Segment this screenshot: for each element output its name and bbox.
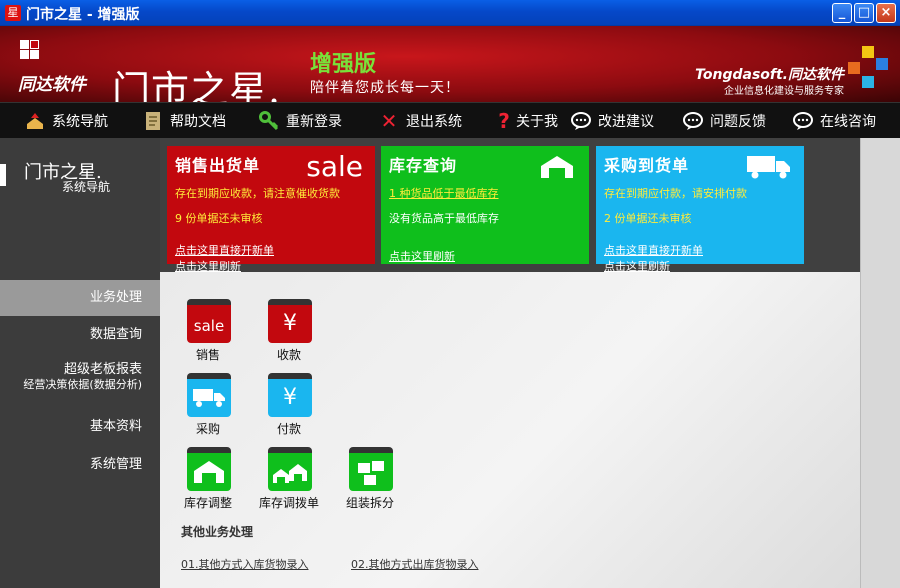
purchase-new-link[interactable]: 点击这里直接开新单 bbox=[604, 242, 796, 258]
stock-refresh-link[interactable]: 点击这里刷新 bbox=[389, 248, 581, 264]
other-outbound-link[interactable]: 02.其他方式出库货物录入 bbox=[351, 556, 479, 572]
main-toolbar: 系统导航 帮助文档 重新登录 ✕ 退出系统 ? 关于我 改进建议 问题反馈 在线… bbox=[0, 102, 900, 138]
tile-label-assembly: 组装拆分 bbox=[345, 496, 394, 510]
key-icon bbox=[258, 110, 280, 132]
brand-mark-icon bbox=[20, 40, 40, 60]
tile-label-sales: 销售 bbox=[195, 348, 220, 362]
yen-icon-glyph: ¥ bbox=[283, 311, 297, 336]
transfer-icon[interactable] bbox=[268, 447, 312, 491]
sidebar: 门市之星. 系统导航 业务处理 数据查询 超级老板报表 经营决策依据(数据分析)… bbox=[0, 138, 160, 588]
sale-icon-text: sale bbox=[193, 317, 225, 335]
home-icon bbox=[24, 110, 46, 132]
sidebar-item-boss-report[interactable]: 超级老板报表 经营决策依据(数据分析) bbox=[0, 362, 160, 396]
sidebar-item-business[interactable]: 业务处理 bbox=[0, 280, 160, 316]
yen-icon[interactable]: ¥ bbox=[268, 373, 312, 417]
purchase-card-pending: 2 份单据还未审核 bbox=[604, 212, 692, 225]
toolbar-about-button[interactable]: ? 关于我 bbox=[498, 103, 558, 139]
toolbar-nav-button[interactable]: 系统导航 bbox=[24, 103, 108, 139]
sidebar-item-basic-data[interactable]: 基本资料 bbox=[0, 416, 160, 438]
header-banner: 同达软件 门市之星. 增强版 陪伴着您成长每一天！ Tongdasoft.同达软… bbox=[0, 26, 900, 102]
tile-label-stock-adjust: 库存调整 bbox=[183, 496, 232, 510]
truck-icon[interactable] bbox=[187, 373, 231, 417]
edition-label: 增强版 bbox=[310, 52, 377, 77]
truck-icon bbox=[746, 154, 792, 184]
question-icon: ? bbox=[498, 109, 510, 133]
sidebar-item-query[interactable]: 数据查询 bbox=[0, 324, 160, 346]
sidebar-logo-sub: 系统导航 bbox=[62, 180, 111, 194]
slogan: 陪伴着您成长每一天！ bbox=[310, 80, 460, 96]
sale-icon[interactable]: sale bbox=[187, 299, 231, 343]
window-titlebar: 星 门市之星 - 增强版 _ □ × bbox=[0, 0, 900, 26]
exit-icon: ✕ bbox=[380, 109, 398, 133]
chat-icon bbox=[792, 110, 814, 132]
purchase-card-notice: 存在到期应付款，请安排付款 bbox=[604, 187, 747, 200]
yen-icon[interactable]: ¥ bbox=[268, 299, 312, 343]
sidebar-item-sublabel: 经营决策依据(数据分析) bbox=[23, 378, 142, 391]
chat-icon bbox=[570, 110, 592, 132]
app-icon: 星 bbox=[5, 5, 21, 21]
toolbar-exit-button[interactable]: ✕ 退出系统 bbox=[378, 103, 462, 139]
sale-badge: sale bbox=[306, 150, 363, 183]
toolbar-consult-button[interactable]: 在线咨询 bbox=[792, 103, 876, 139]
minimize-button[interactable]: _ bbox=[832, 3, 852, 23]
stock-card: 库存查询 1 种货品低于最低库存 没有货品高于最低库存 点击这里刷新 bbox=[381, 146, 589, 264]
stock-card-high: 没有货品高于最低库存 bbox=[389, 212, 499, 225]
boxes-icon[interactable] bbox=[349, 447, 393, 491]
tile-label-receipt: 收款 bbox=[276, 348, 301, 362]
right-panel bbox=[860, 138, 900, 588]
toolbar-feedback-button[interactable]: 问题反馈 bbox=[682, 103, 766, 139]
sales-new-link[interactable]: 点击这里直接开新单 bbox=[175, 242, 367, 258]
toolbar-help-button[interactable]: 帮助文档 bbox=[142, 103, 226, 139]
company-tagline: 企业信息化建设与服务专家 bbox=[724, 86, 844, 97]
toolbar-relogin-button[interactable]: 重新登录 bbox=[258, 103, 342, 139]
warehouse-icon[interactable] bbox=[187, 447, 231, 491]
purchase-refresh-link[interactable]: 点击这里刷新 bbox=[604, 258, 796, 274]
warehouse-icon bbox=[539, 154, 575, 184]
purchase-card: 采购到货单 存在到期应付款，请安排付款 2 份单据还未审核 点击这里直接开新单 … bbox=[596, 146, 804, 273]
maximize-button[interactable]: □ bbox=[854, 3, 874, 23]
stock-card-low[interactable]: 1 种货品低于最低库存 bbox=[389, 185, 581, 201]
chat-icon bbox=[682, 110, 704, 132]
other-inbound-link[interactable]: 01.其他方式入库货物录入 bbox=[181, 556, 309, 572]
tile-label-stock-transfer: 库存调拨单 bbox=[258, 496, 319, 510]
company-cubes-icon bbox=[848, 46, 888, 90]
tile-label-payment: 付款 bbox=[276, 422, 301, 436]
yen-icon-glyph: ¥ bbox=[283, 385, 297, 410]
tile-label-purchase: 采购 bbox=[195, 422, 220, 436]
window-title: 门市之星 - 增强版 bbox=[26, 7, 140, 23]
other-section-title: 其他业务处理 bbox=[181, 525, 254, 539]
sales-card-pending: 9 份单据还未审核 bbox=[175, 212, 263, 225]
sidebar-item-system[interactable]: 系统管理 bbox=[0, 454, 160, 476]
toolbar-suggest-button[interactable]: 改进建议 bbox=[570, 103, 654, 139]
company-name: Tongdasoft.同达软件 bbox=[695, 67, 844, 83]
product-logo: 门市之星. bbox=[112, 68, 282, 102]
sidebar-marker bbox=[0, 164, 6, 186]
sidebar-item-label: 超级老板报表 bbox=[63, 362, 142, 377]
sales-card: 销售出货单 sale 存在到期应收款，请注意催收货款 9 份单据还未审核 点击这… bbox=[167, 146, 375, 273]
close-button[interactable]: × bbox=[876, 3, 896, 23]
sales-card-notice: 存在到期应收款，请注意催收货款 bbox=[175, 187, 340, 200]
sales-refresh-link[interactable]: 点击这里刷新 bbox=[175, 258, 367, 274]
document-icon bbox=[142, 110, 164, 132]
brand-logo: 同达软件 bbox=[18, 75, 86, 95]
